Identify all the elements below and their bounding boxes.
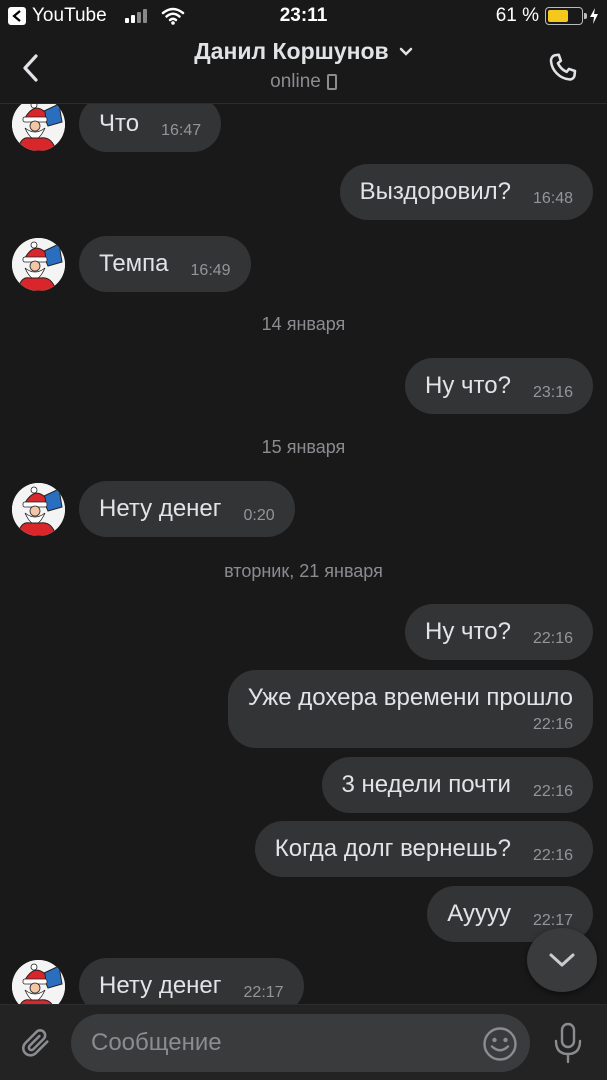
outgoing-message[interactable]: Ну что? 22:16	[405, 604, 593, 660]
incoming-message[interactable]: Нету денег 0:20	[79, 481, 295, 537]
message-time: 0:20	[243, 507, 275, 524]
message-time: 16:48	[532, 190, 573, 207]
incoming-message[interactable]: Темпа 16:49	[79, 236, 251, 292]
contact-info[interactable]: Данил Коршунов online	[0, 38, 607, 93]
contact-name[interactable]: Данил Коршунов	[194, 38, 388, 65]
scroll-down-button[interactable]	[527, 928, 597, 992]
chevron-down-icon	[399, 47, 412, 56]
message-text: Когда долг вернешь?	[274, 835, 511, 862]
attach-button[interactable]	[16, 1023, 56, 1063]
paperclip-icon	[22, 1029, 49, 1057]
avatar[interactable]	[12, 483, 65, 536]
incoming-message[interactable]: Нету денег 22:17	[79, 958, 304, 1004]
message-time: 22:17	[532, 912, 573, 929]
message-time: 23:16	[532, 384, 573, 401]
message-text: Темпа	[99, 250, 169, 277]
message-text: Что	[99, 110, 140, 137]
message-time: 16:47	[161, 122, 202, 139]
message-text: Ну что?	[425, 372, 511, 399]
call-button[interactable]	[543, 48, 583, 88]
date-separator: вторник, 21 января	[224, 561, 383, 581]
message-list[interactable]: Что 16:47 Выздоровил? 16:48 Темпа 16:49 14 янв…	[0, 104, 607, 1004]
back-app-label[interactable]: YouTube	[32, 5, 107, 27]
date-separator: 14 января	[261, 314, 346, 334]
emoji-icon[interactable]	[482, 1026, 518, 1062]
avatar[interactable]	[12, 104, 65, 151]
battery-level	[548, 10, 568, 22]
message-time: 22:16	[532, 783, 573, 800]
message-text: Выздоровил?	[359, 178, 511, 205]
composer	[0, 1004, 607, 1080]
incoming-message[interactable]: Что 16:47	[79, 104, 222, 152]
message-text: Ну что?	[425, 618, 511, 645]
chat-header: Данил Коршунов online	[0, 34, 607, 104]
back-to-app-icon[interactable]	[8, 7, 26, 25]
avatar[interactable]	[12, 238, 65, 291]
wifi-icon	[161, 7, 184, 25]
message-time: 22:16	[532, 847, 573, 864]
status-bar: YouTube 23:11 61 %	[0, 0, 607, 34]
charging-icon	[590, 8, 598, 24]
microphone-icon	[554, 1022, 582, 1064]
avatar[interactable]	[12, 960, 65, 1004]
mobile-icon	[326, 74, 337, 90]
message-time: 22:16	[532, 716, 573, 733]
message-text: 3 недели почти	[341, 771, 511, 798]
outgoing-message[interactable]: Выздоровил? 16:48	[339, 164, 593, 220]
date-separator: 15 января	[261, 437, 346, 457]
message-text: Уже дохера времени прошло	[247, 684, 573, 711]
status-right: 61 %	[496, 5, 599, 27]
message-time: 22:17	[243, 984, 284, 1001]
message-text: Ауууу	[447, 900, 511, 927]
message-input-box[interactable]	[71, 1014, 530, 1072]
outgoing-message[interactable]: 3 недели почти 22:16	[321, 757, 593, 813]
message-input[interactable]	[91, 1014, 481, 1072]
battery-percent: 61 %	[495, 5, 539, 26]
contact-status: online	[270, 71, 321, 92]
outgoing-message[interactable]: Уже дохера времени прошло 22:16	[227, 670, 593, 748]
chat-screen: YouTube 23:11 61 % Данил Коршунов online…	[0, 0, 607, 1080]
message-time: 22:16	[532, 630, 573, 647]
message-text: Нету денег	[99, 495, 222, 522]
message-time: 16:49	[190, 262, 231, 279]
battery-icon	[545, 7, 587, 25]
outgoing-message[interactable]: Когда долг вернешь? 22:16	[254, 821, 593, 877]
microphone-button[interactable]	[548, 1021, 588, 1065]
phone-icon	[549, 53, 577, 81]
status-left: YouTube	[8, 5, 185, 27]
chevron-down-icon	[549, 953, 575, 967]
message-text: Нету денег	[99, 972, 222, 999]
outgoing-message[interactable]: Ну что? 23:16	[405, 358, 593, 414]
signal-icon	[124, 9, 147, 23]
